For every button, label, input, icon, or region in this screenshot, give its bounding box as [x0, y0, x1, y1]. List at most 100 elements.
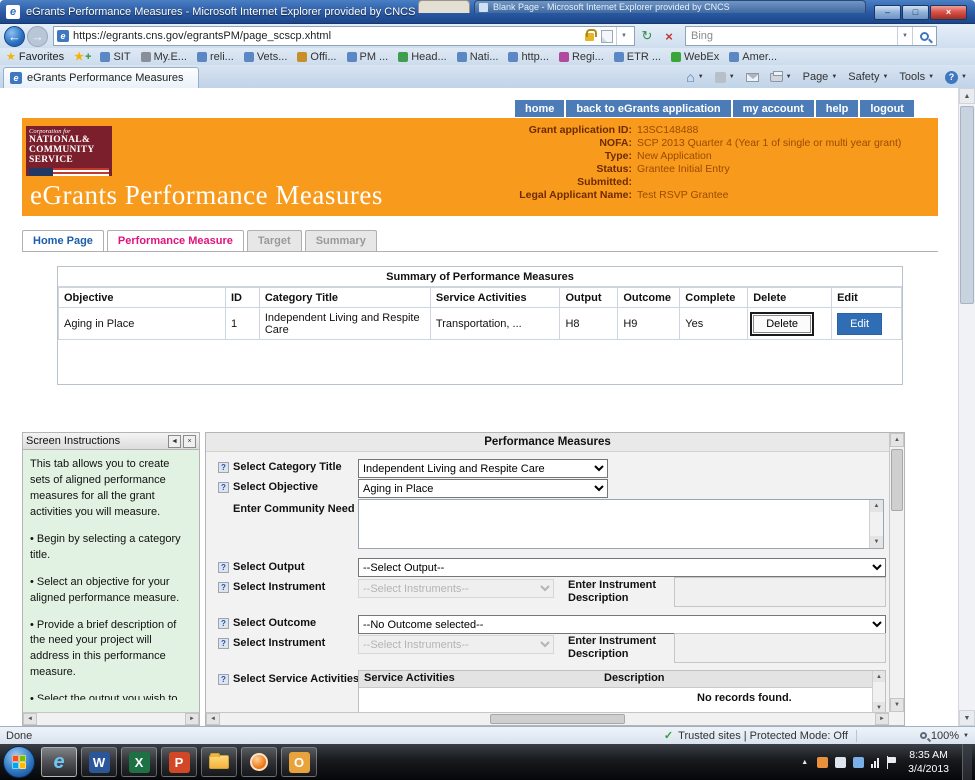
nav-logout[interactable]: logout [860, 100, 914, 117]
favorite-item[interactable]: SIT [95, 49, 135, 65]
scroll-left-button[interactable]: ◄ [206, 713, 220, 725]
search-input[interactable] [686, 30, 897, 42]
form-horizontal-scrollbar[interactable]: ◄ ► [206, 712, 889, 725]
scroll-right-button[interactable]: ► [875, 713, 889, 725]
page-vertical-scrollbar[interactable]: ▲ ▼ [958, 88, 975, 726]
home-button[interactable]: ⌂▼ [682, 68, 707, 87]
favorites-button[interactable]: ★ Favorites [4, 49, 70, 65]
scrollbar-track[interactable] [37, 713, 185, 725]
scroll-left-button[interactable]: ◄ [23, 713, 37, 725]
taskbar-media-player[interactable] [241, 747, 277, 777]
nav-help[interactable]: help [816, 100, 859, 117]
back-button[interactable]: ← [4, 26, 25, 47]
browser-tab[interactable]: e eGrants Performance Measures [3, 67, 199, 88]
favorite-item[interactable]: Amer... [724, 49, 782, 65]
security-lock-icon[interactable] [585, 33, 594, 41]
clock[interactable]: 8:35 AM 3/4/2013 [908, 748, 949, 776]
community-need-textarea[interactable] [359, 500, 883, 548]
network-icon[interactable] [871, 757, 879, 768]
show-desktop-button[interactable] [962, 744, 972, 780]
action-center-flag-icon[interactable] [886, 756, 897, 769]
search-dropdown[interactable]: ▼ [897, 27, 912, 45]
help-icon[interactable]: ? [218, 618, 229, 629]
help-icon[interactable]: ? [218, 638, 229, 649]
scrollbar-track[interactable] [220, 713, 875, 725]
minimize-button[interactable]: – [874, 5, 901, 20]
help-icon[interactable]: ? [218, 462, 229, 473]
nav-home[interactable]: home [515, 100, 564, 117]
compatibility-view-icon[interactable] [601, 30, 613, 43]
nav-back-to-egrants[interactable]: back to eGrants application [566, 100, 730, 117]
scrollbar-track[interactable] [890, 447, 904, 698]
zoom-control[interactable]: 100% ▼ [920, 730, 969, 742]
favorite-item[interactable]: ETR ... [609, 49, 666, 65]
background-window-ie[interactable]: Blank Page - Microsoft Internet Explorer… [474, 0, 866, 13]
close-button[interactable]: × [930, 5, 967, 20]
scrollbar-thumb[interactable] [960, 106, 974, 304]
page-menu[interactable]: Page▼ [799, 68, 842, 87]
scrollbar-thumb[interactable] [891, 449, 903, 511]
scroll-up-button[interactable]: ▲ [873, 671, 885, 682]
maximize-button[interactable]: □ [902, 5, 929, 20]
address-field[interactable]: e ▼ [53, 26, 635, 46]
tools-menu[interactable]: Tools▼ [895, 68, 938, 87]
favorite-item[interactable]: Regi... [554, 49, 609, 65]
textarea-scrollbar[interactable]: ▲▼ [869, 500, 883, 548]
scroll-up-button[interactable]: ▲ [959, 88, 975, 104]
background-window-document[interactable] [418, 0, 470, 13]
hidden-icons-button[interactable]: ▲ [799, 757, 810, 768]
instructions-horizontal-scrollbar[interactable]: ◄ ► [23, 712, 199, 725]
help-icon[interactable]: ? [218, 562, 229, 573]
instructions-collapse-button[interactable]: ◄ [168, 435, 181, 448]
scroll-up-button[interactable]: ▲ [870, 500, 883, 512]
taskbar-word[interactable]: W [81, 747, 117, 777]
scroll-right-button[interactable]: ► [185, 713, 199, 725]
start-button[interactable] [3, 746, 35, 778]
favorite-item[interactable]: My.E... [136, 49, 192, 65]
url-input[interactable] [69, 30, 583, 42]
favorite-item[interactable]: Offi... [292, 49, 341, 65]
stop-button[interactable]: × [659, 26, 679, 46]
sa-table-scrollbar[interactable]: ▲▼ [872, 671, 885, 713]
favorite-item[interactable]: PM ... [342, 49, 394, 65]
tab-home-page[interactable]: Home Page [22, 230, 104, 251]
help-menu[interactable]: ?▼ [941, 68, 971, 87]
read-mail-button[interactable] [742, 68, 763, 87]
category-title-select[interactable]: Independent Living and Respite Care [358, 459, 608, 478]
safety-menu[interactable]: Safety▼ [844, 68, 892, 87]
nav-my-account[interactable]: my account [733, 100, 814, 117]
security-zone[interactable]: ✓ Trusted sites | Protected Mode: Off [664, 729, 848, 742]
outcome-select[interactable]: --No Outcome selected-- [358, 615, 886, 634]
feeds-button[interactable]: ▼ [711, 68, 739, 87]
scroll-up-button[interactable]: ▲ [890, 433, 904, 447]
objective-select[interactable]: Aging in Place [358, 479, 608, 498]
output-select[interactable]: --Select Output-- [358, 558, 886, 577]
search-button[interactable] [912, 27, 936, 45]
print-button[interactable]: ▼ [766, 68, 796, 87]
tray-icon[interactable] [853, 757, 864, 768]
taskbar-outlook[interactable]: O [281, 747, 317, 777]
favorite-item[interactable]: Vets... [239, 49, 293, 65]
favorite-item[interactable]: http... [503, 49, 554, 65]
instructions-close-button[interactable]: × [183, 435, 196, 448]
taskbar-ie[interactable]: e [41, 747, 77, 777]
add-favorite-button[interactable]: ★+ [70, 50, 95, 63]
refresh-button[interactable]: ↻ [637, 26, 657, 46]
help-icon[interactable]: ? [218, 582, 229, 593]
delete-button[interactable]: Delete [753, 315, 811, 333]
taskbar-explorer[interactable] [201, 747, 237, 777]
tray-icon[interactable] [817, 757, 828, 768]
edit-button[interactable]: Edit [837, 313, 882, 335]
scroll-down-button[interactable]: ▼ [890, 698, 904, 712]
taskbar-excel[interactable]: X [121, 747, 157, 777]
scroll-down-button[interactable]: ▼ [959, 710, 975, 726]
forward-button[interactable]: → [27, 26, 48, 47]
favorite-item[interactable]: reli... [192, 49, 239, 65]
search-box[interactable]: ▼ [685, 26, 937, 46]
tab-performance-measure[interactable]: Performance Measure [107, 230, 244, 251]
scroll-down-button[interactable]: ▼ [870, 536, 883, 548]
form-vertical-scrollbar[interactable]: ▲ ▼ [889, 433, 904, 712]
address-dropdown[interactable]: ▼ [616, 27, 631, 45]
favorite-item[interactable]: Nati... [452, 49, 504, 65]
help-icon[interactable]: ? [218, 482, 229, 493]
